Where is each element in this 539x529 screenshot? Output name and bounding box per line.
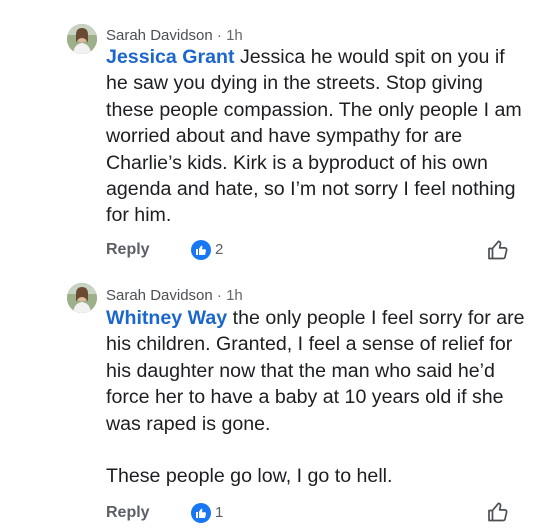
- reply-button[interactable]: Reply: [106, 504, 150, 522]
- avatar[interactable]: [67, 283, 97, 313]
- thumbs-up-outline-icon[interactable]: [486, 238, 510, 262]
- reaction-count: 1: [215, 504, 224, 521]
- separator-dot: ·: [216, 287, 222, 304]
- avatar-photo: [67, 283, 97, 313]
- author-name[interactable]: Sarah Davidson: [106, 27, 213, 44]
- comment-header: Sarah Davidson · 1h: [106, 287, 243, 305]
- comment-paragraph: Jessica Grant Jessica he would spit on y…: [106, 44, 526, 229]
- like-icon: [191, 240, 211, 260]
- mention-link[interactable]: Jessica Grant: [106, 46, 235, 68]
- timestamp[interactable]: 1h: [226, 287, 243, 304]
- author-name[interactable]: Sarah Davidson: [106, 287, 213, 304]
- timestamp[interactable]: 1h: [226, 27, 243, 44]
- separator-dot: ·: [216, 27, 222, 44]
- comment-paragraph: These people go low, I go to hell.: [106, 463, 526, 489]
- thumbs-up-outline-icon[interactable]: [486, 500, 510, 524]
- comment-text: Jessica Grant Jessica he would spit on y…: [106, 44, 526, 229]
- reaction-summary[interactable]: 2: [191, 240, 223, 260]
- comment-header: Sarah Davidson · 1h: [106, 27, 243, 45]
- avatar-photo: [67, 24, 97, 54]
- comment-paragraph-text: These people go low, I go to hell.: [106, 465, 393, 488]
- comment-paragraph: Whitney Way the only people I feel sorry…: [106, 305, 526, 437]
- reply-button[interactable]: Reply: [106, 241, 150, 259]
- comment-text: Whitney Way the only people I feel sorry…: [106, 305, 526, 489]
- comment-paragraph-text: Jessica he would spit on you if he saw y…: [106, 46, 522, 227]
- like-icon: [191, 503, 211, 523]
- reaction-count: 2: [215, 241, 224, 258]
- mention-link[interactable]: Whitney Way: [106, 307, 227, 329]
- reaction-summary[interactable]: 1: [191, 503, 223, 523]
- avatar[interactable]: [67, 24, 97, 54]
